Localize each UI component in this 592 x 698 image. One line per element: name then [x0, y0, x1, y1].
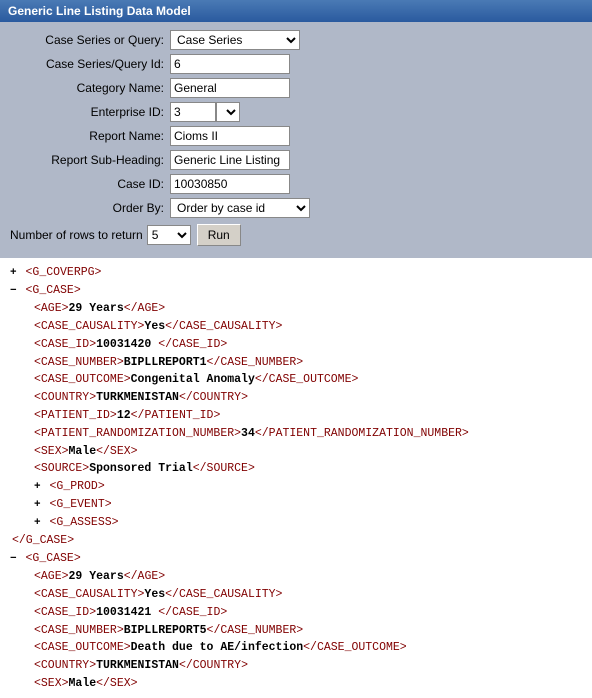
gcase1-toggle[interactable]: −	[10, 285, 17, 297]
coverpg-tag: <G_COVERPG>	[26, 266, 102, 279]
report-name-row: Report Name:	[10, 126, 582, 146]
case-id-label: Case ID:	[10, 177, 170, 191]
gassess-tag: <G_ASSESS>	[50, 516, 119, 529]
form-area: Case Series or Query: Case Series Query …	[0, 22, 592, 258]
window-title: Generic Line Listing Data Model	[0, 0, 592, 22]
category-name-label: Category Name:	[10, 81, 170, 95]
xml-line-gprod: + <G_PROD>	[10, 478, 582, 496]
case-series-id-row: Case Series/Query Id:	[10, 54, 582, 74]
order-by-select[interactable]: Order by case id Order by date	[170, 198, 310, 218]
case-id-input[interactable]	[170, 174, 290, 194]
xml-line-gcase-close-1: </G_CASE>	[10, 532, 582, 550]
report-name-label: Report Name:	[10, 129, 170, 143]
coverpg-toggle[interactable]: +	[10, 267, 17, 279]
report-name-input[interactable]	[170, 126, 290, 146]
xml-line-coverpg: + <G_COVERPG>	[10, 264, 582, 282]
window-title-text: Generic Line Listing Data Model	[8, 4, 191, 18]
report-sub-heading-label: Report Sub-Heading:	[10, 153, 170, 167]
xml-line-gevent: + <G_EVENT>	[10, 496, 582, 514]
order-by-label: Order By:	[10, 201, 170, 215]
report-sub-heading-row: Report Sub-Heading:	[10, 150, 582, 170]
gevent-toggle[interactable]: +	[34, 499, 41, 511]
case-series-id-label: Case Series/Query Id:	[10, 57, 170, 71]
rows-label: Number of rows to return	[10, 228, 143, 242]
xml-line-patientrand-1: <PATIENT_RANDOMIZATION_NUMBER>34</PATIEN…	[10, 425, 582, 443]
gprod-toggle[interactable]: +	[34, 481, 41, 493]
xml-line-age-1: <AGE>29 Years</AGE>	[10, 300, 582, 318]
xml-line-gcase-1: − <G_CASE>	[10, 282, 582, 300]
category-name-input[interactable]	[170, 78, 290, 98]
run-button[interactable]: Run	[197, 224, 241, 246]
xml-line-casenumber-1: <CASE_NUMBER>BIPLLREPORT1</CASE_NUMBER>	[10, 354, 582, 372]
xml-line-sex-1: <SEX>Male</SEX>	[10, 443, 582, 461]
xml-line-causality-1: <CASE_CAUSALITY>Yes</CASE_CAUSALITY>	[10, 318, 582, 336]
xml-line-gassess: + <G_ASSESS>	[10, 514, 582, 532]
enterprise-id-row: Enterprise ID: ▼	[10, 102, 582, 122]
rows-run-area: Number of rows to return 5 10 20 50 Run	[10, 224, 582, 246]
gprod-tag: <G_PROD>	[50, 480, 105, 493]
gcase2-toggle[interactable]: −	[10, 553, 17, 565]
report-sub-heading-input[interactable]	[170, 150, 290, 170]
xml-line-caseid-2: <CASE_ID>10031421 </CASE_ID>	[10, 604, 582, 622]
case-series-label: Case Series or Query:	[10, 33, 170, 47]
enterprise-id-label: Enterprise ID:	[10, 105, 170, 119]
xml-output-area: + <G_COVERPG> − <G_CASE> <AGE>29 Years</…	[0, 258, 592, 698]
window: Generic Line Listing Data Model Case Ser…	[0, 0, 592, 698]
rows-select[interactable]: 5 10 20 50	[147, 225, 191, 245]
gevent-tag: <G_EVENT>	[50, 498, 112, 511]
gassess-toggle[interactable]: +	[34, 517, 41, 529]
xml-line-age-2: <AGE>29 Years</AGE>	[10, 568, 582, 586]
enterprise-id-input[interactable]	[170, 102, 216, 122]
case-series-row: Case Series or Query: Case Series Query	[10, 30, 582, 50]
xml-line-patientid-1: <PATIENT_ID>12</PATIENT_ID>	[10, 407, 582, 425]
gcase2-tag: <G_CASE>	[26, 552, 81, 565]
xml-line-country-1: <COUNTRY>TURKMENISTAN</COUNTRY>	[10, 389, 582, 407]
enterprise-id-select[interactable]: ▼	[216, 102, 240, 122]
xml-line-caseoutcome-2: <CASE_OUTCOME>Death due to AE/infection<…	[10, 639, 582, 657]
xml-line-source-1: <SOURCE>Sponsored Trial</SOURCE>	[10, 460, 582, 478]
xml-line-caseoutcome-1: <CASE_OUTCOME>Congenital Anomaly</CASE_O…	[10, 371, 582, 389]
case-series-id-input[interactable]	[170, 54, 290, 74]
gcase1-tag: <G_CASE>	[26, 284, 81, 297]
case-id-row: Case ID:	[10, 174, 582, 194]
order-by-row: Order By: Order by case id Order by date	[10, 198, 582, 218]
xml-line-sex-2: <SEX>Male</SEX>	[10, 675, 582, 693]
xml-line-causality-2: <CASE_CAUSALITY>Yes</CASE_CAUSALITY>	[10, 586, 582, 604]
xml-line-caseid-1: <CASE_ID>10031420 </CASE_ID>	[10, 336, 582, 354]
xml-line-gcase-2: − <G_CASE>	[10, 550, 582, 568]
xml-line-country-2: <COUNTRY>TURKMENISTAN</COUNTRY>	[10, 657, 582, 675]
category-name-row: Category Name:	[10, 78, 582, 98]
case-series-select[interactable]: Case Series Query	[170, 30, 300, 50]
xml-line-casenumber-2: <CASE_NUMBER>BIPLLREPORT5</CASE_NUMBER>	[10, 622, 582, 640]
